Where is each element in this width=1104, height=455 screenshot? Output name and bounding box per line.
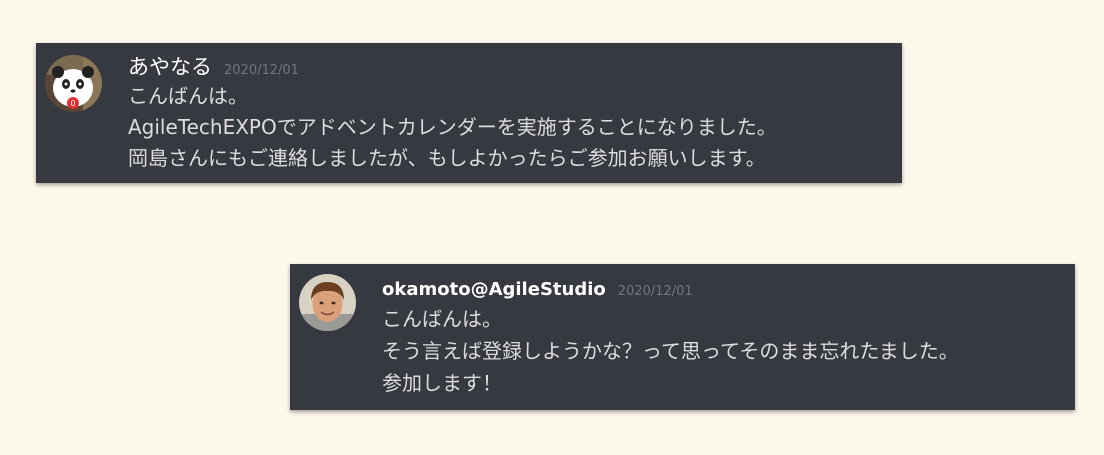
message-text-line: こんばんは。 (128, 84, 248, 108)
message-username[interactable]: あやなる (128, 53, 212, 81)
svg-text:0: 0 (70, 99, 75, 108)
chat-message-card: okamoto@AgileStudio 2020/12/01 こんばんは。 そう… (290, 264, 1075, 410)
message-text-line: そう言えば登録しようかな？って思ってそのまま忘れたました。 (382, 339, 959, 363)
message-text-line: AgileTechEXPOでアドベントカレンダーを実施することになりました。 (128, 115, 777, 139)
user-photo-avatar-icon[interactable] (299, 274, 356, 331)
panda-avatar-icon[interactable]: 0 (45, 55, 102, 112)
message-text-line: 参加します！ (382, 371, 502, 395)
message-username[interactable]: okamoto@AgileStudio (382, 277, 606, 303)
message-text-line: こんばんは。 (382, 307, 502, 331)
message-timestamp: 2020/12/01 (617, 284, 693, 299)
chat-message-card: 0 あやなる 2020/12/01 こんばんは。 AgileTechEXPOでア… (36, 43, 902, 183)
message-timestamp: 2020/12/01 (224, 63, 299, 78)
message-text-line: 岡島さんにもご連絡しましたが、もしよかったらご参加お願いします。 (128, 146, 766, 170)
